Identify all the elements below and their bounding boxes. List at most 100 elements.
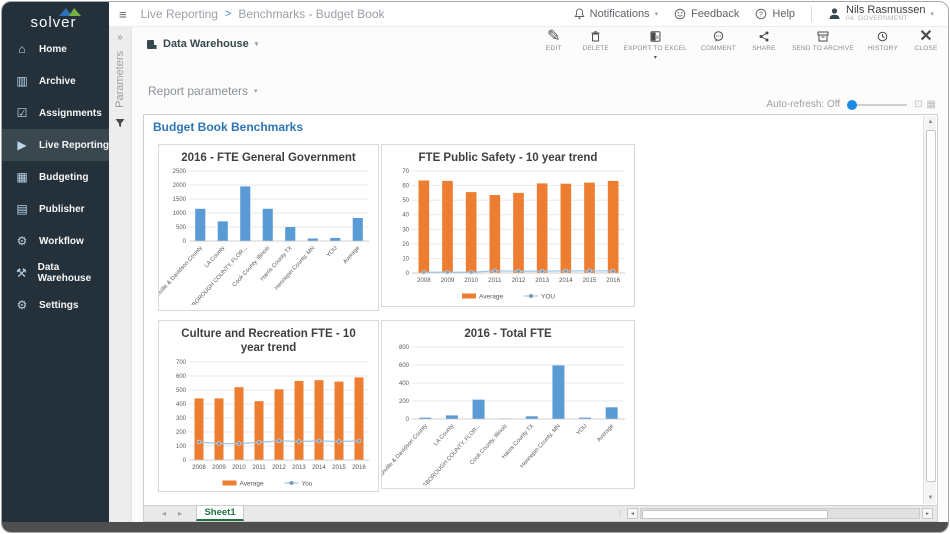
data-warehouse-icon: ⚒ — [14, 266, 29, 280]
history-button[interactable]: HISTORY — [868, 30, 898, 52]
help-label: Help — [772, 8, 795, 20]
auto-refresh-label: Auto-refresh: Off — [766, 99, 840, 110]
chevron-down-icon: ▾ — [255, 40, 259, 48]
data-warehouse-icon — [146, 39, 157, 50]
svg-text:200: 200 — [399, 399, 410, 405]
sheet-tab-sheet1[interactable]: Sheet1 — [196, 506, 244, 521]
sheet-tab-bar: ◂ ▸ Sheet1 ⁞ ◄ ► — [143, 506, 938, 522]
sidebar-item-budgeting[interactable]: ▦ Budgeting — [2, 161, 109, 193]
sidebar-item-assignments[interactable]: ☑Assignments — [2, 97, 109, 129]
notifications-button[interactable]: Notifications ▾ — [574, 8, 658, 20]
scroll-down-icon[interactable]: ▼ — [925, 492, 936, 504]
sidebar-item-archive[interactable]: ▥Archive — [2, 65, 109, 97]
svg-text:YOU: YOU — [541, 294, 555, 301]
horizontal-scrollbar[interactable]: ⁞ ◄ ► — [619, 506, 937, 521]
topbar: ≡ Live Reporting > Benchmarks - Budget B… — [109, 2, 948, 27]
share-icon — [759, 30, 769, 42]
sidebar-item-label: Budgeting — [39, 172, 88, 183]
edit-cell-icon[interactable]: ⊡ — [914, 100, 922, 110]
share-button[interactable]: SHARE — [750, 30, 778, 52]
excel-export-icon: x — [650, 30, 661, 42]
svg-text:2008: 2008 — [417, 277, 431, 284]
svg-text:2015: 2015 — [583, 277, 597, 284]
hamburger-menu-icon[interactable]: ≡ — [119, 7, 127, 22]
svg-text:300: 300 — [176, 416, 187, 422]
slider-knob[interactable] — [847, 100, 857, 110]
chart-title: 2016 - FTE General Government — [159, 145, 378, 165]
sidebar-item-label: Home — [39, 44, 67, 55]
chevron-down-icon: ▾ — [655, 10, 659, 18]
sidebar-item-publisher[interactable]: ▤Publisher — [2, 193, 109, 225]
sidebar-item-live-reporting[interactable]: ▶Live Reporting — [2, 129, 109, 161]
horizontal-scroll-thumb[interactable] — [642, 510, 828, 519]
scrollbar-grip-icon[interactable]: ⁞ — [619, 509, 621, 518]
delete-button[interactable]: DELETE — [582, 30, 610, 52]
close-button[interactable]: ✕ CLOSE — [912, 30, 940, 52]
sheet-prev-icon[interactable]: ◂ — [162, 509, 166, 518]
feedback-button[interactable]: Feedback — [674, 8, 739, 20]
svg-text:2011: 2011 — [252, 464, 266, 471]
breadcrumb-separator: > — [225, 8, 231, 20]
vertical-scrollbar[interactable]: ▲ ▼ — [923, 116, 936, 504]
svg-text:2015: 2015 — [332, 464, 346, 471]
breadcrumb-section[interactable]: Live Reporting — [141, 7, 218, 21]
app-window: solver ⌂Home▥Archive☑Assignments▶Live Re… — [1, 1, 949, 533]
scroll-right-icon[interactable]: ► — [922, 508, 933, 519]
close-icon: ✕ — [919, 30, 932, 42]
svg-text:2014: 2014 — [312, 464, 326, 471]
comment-button[interactable]: COMMENT — [701, 30, 736, 52]
report-parameters-toggle[interactable]: Report parameters ▾ — [148, 84, 258, 98]
chart-title: Culture and Recreation FTE - 10 year tre… — [159, 321, 378, 356]
svg-text:60: 60 — [402, 184, 409, 190]
svg-text:800: 800 — [399, 345, 410, 351]
sidebar-item-workflow[interactable]: ⚙Workflow — [2, 225, 109, 257]
svg-text:500: 500 — [176, 388, 187, 394]
svg-text:2009: 2009 — [441, 277, 455, 284]
publisher-icon: ▤ — [14, 202, 30, 216]
send-to-archive-button[interactable]: SEND TO ARCHIVE — [792, 30, 854, 52]
chart-fte-public-safety-plot: 0102030405060702008200920102011201220132… — [382, 166, 634, 305]
workflow-icon: ⚙ — [14, 234, 30, 248]
scroll-up-icon[interactable]: ▲ — [925, 116, 936, 128]
edit-button[interactable]: ✎ EDIT — [540, 30, 568, 52]
svg-text:70: 70 — [402, 169, 409, 175]
sheet-next-icon[interactable]: ▸ — [178, 509, 182, 518]
solver-logo[interactable]: solver — [2, 2, 109, 33]
user-menu[interactable]: Nils Rasmussen 04. Government ▾ — [828, 5, 934, 23]
svg-text:0: 0 — [183, 458, 187, 464]
svg-text:200: 200 — [176, 430, 187, 436]
budgeting-icon: ▦ — [14, 170, 30, 184]
filter-funnel-icon[interactable] — [115, 118, 125, 128]
svg-text:Nashville & Davidson County: Nashville & Davidson County — [382, 424, 429, 484]
svg-text:0: 0 — [406, 271, 410, 277]
grid-view-icon[interactable]: ▦ — [927, 100, 936, 110]
help-button[interactable]: ? Help — [755, 8, 795, 20]
auto-refresh-slider[interactable] — [847, 100, 907, 110]
svg-text:2010: 2010 — [464, 277, 478, 284]
chart-title: FTE Public Safety - 10 year trend — [382, 145, 634, 165]
vertical-scroll-thumb[interactable] — [926, 130, 936, 482]
horizontal-scroll-track[interactable] — [640, 508, 920, 519]
live-reporting-icon: ▶ — [14, 138, 30, 152]
sidebar-item-label: Archive — [39, 76, 76, 87]
user-role: 04. Government — [846, 16, 925, 23]
archive-box-icon — [817, 30, 829, 42]
sidebar-item-home[interactable]: ⌂ Home — [2, 33, 109, 65]
svg-text:2016: 2016 — [606, 277, 620, 284]
sidebar-item-settings[interactable]: ⚙Settings — [2, 289, 109, 321]
sidebar-item-data-warehouse[interactable]: ⚒Data Warehouse — [2, 257, 109, 289]
sidebar-item-label: Assignments — [39, 108, 102, 119]
home-icon: ⌂ — [14, 42, 30, 56]
scroll-left-icon[interactable]: ◄ — [627, 508, 638, 519]
feedback-label: Feedback — [691, 8, 739, 20]
user-avatar-icon — [828, 7, 841, 20]
expand-parameters-icon[interactable]: » — [117, 32, 123, 43]
svg-text:600: 600 — [399, 363, 410, 369]
data-warehouse-source-button[interactable]: Data Warehouse ▾ — [146, 38, 258, 50]
svg-text:0: 0 — [183, 239, 187, 245]
export-to-excel-button[interactable]: x EXPORT TO EXCEL ▾ — [624, 30, 687, 61]
main-content: Data Warehouse ▾ ✎ EDIT DELETE x EXPORT … — [132, 27, 948, 522]
svg-text:Average: Average — [479, 294, 503, 301]
svg-text:1500: 1500 — [173, 197, 187, 203]
auto-refresh-control: Auto-refresh: Off ⊡ ▦ — [766, 99, 936, 110]
